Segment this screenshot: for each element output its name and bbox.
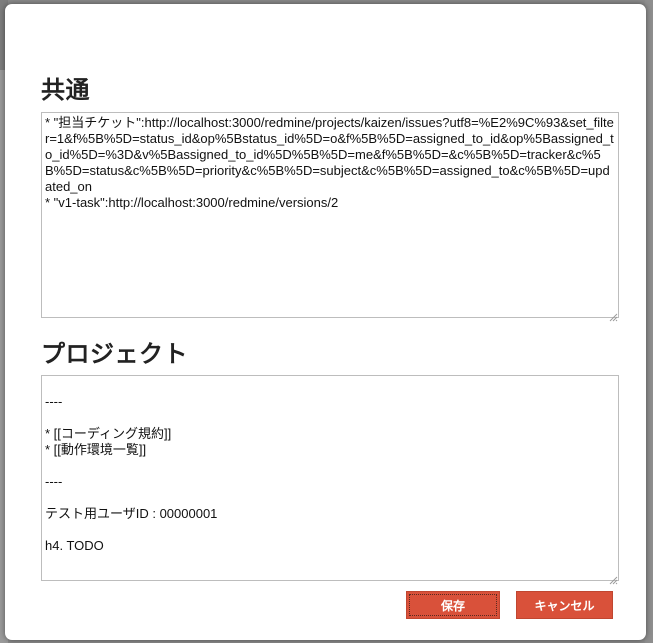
background-app-right-edge bbox=[645, 0, 653, 643]
common-section-title: 共通 bbox=[41, 76, 90, 104]
resize-grip-icon[interactable] bbox=[608, 307, 618, 322]
project-section-title: プロジェクト bbox=[41, 340, 188, 368]
common-textarea[interactable]: * "担当チケット":http://localhost:3000/redmine… bbox=[41, 112, 619, 318]
project-textarea[interactable]: ---- * [[コーディング規約]] * [[動作環境一覧]] ---- テス… bbox=[41, 375, 619, 581]
edit-dialog: 共通 * "担当チケット":http://localhost:3000/redm… bbox=[5, 4, 646, 640]
resize-grip-icon[interactable] bbox=[608, 570, 618, 585]
save-button[interactable]: 保存 bbox=[406, 591, 500, 619]
cancel-button[interactable]: キャンセル bbox=[516, 591, 613, 619]
